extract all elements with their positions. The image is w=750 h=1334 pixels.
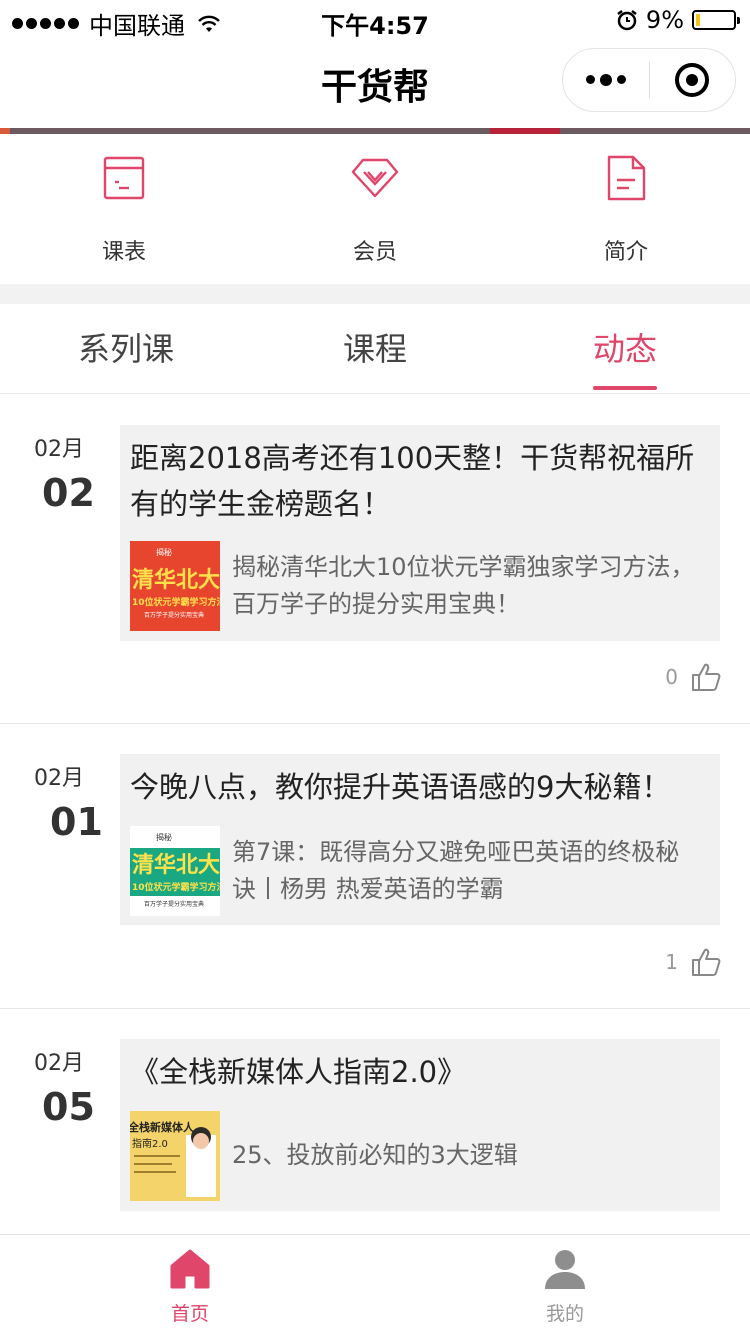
mini-program-capsule bbox=[562, 48, 736, 112]
thumb-sub-text: 10位状元学霸学习方法 bbox=[132, 596, 220, 608]
thumbs-up-icon bbox=[692, 663, 721, 691]
close-button[interactable] bbox=[650, 63, 736, 97]
post-day: 01 bbox=[50, 800, 103, 844]
tabbar-label: 首页 bbox=[170, 1303, 209, 1325]
post-description: 第7课：既得高分又避免哑巴英语的终极秘诀丨杨男 热爱英语的学霸 bbox=[232, 838, 680, 903]
post-description: 25、投放前必知的3大逻辑 bbox=[232, 1141, 518, 1169]
section-divider bbox=[0, 284, 750, 304]
post-day: 02 bbox=[42, 471, 95, 515]
thumb-main-text: 清华北大 bbox=[132, 567, 220, 593]
alarm-icon bbox=[617, 10, 637, 31]
thumbs-up-icon bbox=[692, 948, 721, 976]
post-day: 05 bbox=[42, 1085, 95, 1129]
active-tab-indicator bbox=[593, 386, 657, 390]
post-month: 02月 bbox=[34, 1051, 84, 1076]
thumb-main-text: 清华北大 bbox=[132, 852, 220, 878]
thumb-foot-text: 百万学子提分实用宝典 bbox=[144, 611, 204, 619]
tabbar-mine[interactable]: 我的 bbox=[465, 1235, 665, 1334]
home-icon bbox=[170, 1249, 210, 1289]
document-icon bbox=[607, 155, 646, 201]
quick-item-label: 课表 bbox=[101, 240, 146, 265]
battery-icon bbox=[692, 10, 740, 30]
feed-item: 02月 05 《全栈新媒体人指南2.0》 全栈新媒体人 指南2.0 25、投放前… bbox=[0, 1009, 750, 1234]
thumb-tag: 揭秘 bbox=[156, 832, 172, 842]
like-count: 0 bbox=[665, 665, 678, 689]
post-month: 02月 bbox=[34, 766, 84, 791]
nav-bar: 干货帮 bbox=[0, 40, 750, 128]
post-title: 距离2018高考还有100天整！干货帮祝福所有的学生金榜题名！ bbox=[130, 441, 695, 521]
close-target-icon bbox=[675, 63, 710, 97]
tabbar-label: 我的 bbox=[545, 1303, 584, 1325]
more-button[interactable] bbox=[563, 73, 649, 86]
feed-item: 02月 01 今晚八点，教你提升英语语感的9大秘籍！ 揭秘 清华北大 10位状元… bbox=[0, 724, 750, 1009]
post-thumbnail: 揭秘 清华北大 10位状元学霸学习方法 百万学子提分实用宝典 bbox=[130, 826, 220, 916]
content-tabs: 系列课 课程 动态 bbox=[0, 304, 750, 394]
like-button[interactable]: 1 bbox=[665, 946, 722, 978]
post-card[interactable]: 今晚八点，教你提升英语语感的9大秘籍！ 揭秘 清华北大 10位状元学霸学习方法 … bbox=[120, 754, 720, 925]
post-thumbnail: 全栈新媒体人 指南2.0 bbox=[130, 1111, 220, 1201]
battery-percent: 9% bbox=[645, 6, 684, 34]
post-card[interactable]: 《全栈新媒体人指南2.0》 全栈新媒体人 指南2.0 25、投放前必知的3大逻辑 bbox=[120, 1039, 720, 1211]
quick-item-schedule[interactable]: 课表 bbox=[44, 134, 204, 284]
tab-updates[interactable]: 动态 bbox=[525, 324, 725, 370]
thumb-sub-text: 指南2.0 bbox=[132, 1137, 168, 1150]
bottom-tab-bar: 首页 我的 bbox=[0, 1234, 750, 1334]
thumb-foot-text: 百万学子提分实用宝典 bbox=[144, 900, 204, 908]
quick-menu: 课表 会员 简介 bbox=[0, 134, 750, 284]
schedule-icon bbox=[103, 156, 145, 200]
quick-item-intro[interactable]: 简介 bbox=[546, 134, 706, 284]
quick-item-vip[interactable]: 会员 bbox=[295, 134, 455, 284]
post-thumbnail: 揭秘 清华北大 10位状元学霸学习方法 百万学子提分实用宝典 bbox=[130, 541, 220, 631]
post-title: 今晚八点，教你提升英语语感的9大秘籍！ bbox=[130, 770, 671, 804]
tabbar-home[interactable]: 首页 bbox=[90, 1235, 290, 1334]
user-icon bbox=[545, 1250, 585, 1289]
thumb-tag: 揭秘 bbox=[156, 547, 172, 557]
quick-item-label: 会员 bbox=[352, 240, 397, 265]
like-count: 1 bbox=[665, 950, 678, 974]
thumb-sub-text: 10位状元学霸学习方法 bbox=[132, 881, 220, 893]
feed-item: 02月 02 距离2018高考还有100天整！干货帮祝福所有的学生金榜题名！ 揭… bbox=[0, 395, 750, 724]
quick-item-label: 简介 bbox=[603, 240, 648, 265]
post-month: 02月 bbox=[34, 437, 84, 462]
post-card[interactable]: 距离2018高考还有100天整！干货帮祝福所有的学生金榜题名！ 揭秘 清华北大 … bbox=[120, 425, 720, 641]
like-button[interactable]: 0 bbox=[665, 661, 722, 693]
tab-series[interactable]: 系列课 bbox=[26, 324, 226, 370]
tab-courses[interactable]: 课程 bbox=[275, 324, 475, 370]
thumb-main-text: 全栈新媒体人 bbox=[130, 1120, 195, 1134]
post-description: 揭秘清华北大10位状元学霸独家学习方法，百万学子的提分实用宝典！ bbox=[232, 553, 695, 618]
vip-diamond-icon bbox=[351, 158, 399, 198]
status-bar: 中国联通 下午4:57 9% bbox=[0, 0, 750, 40]
status-right: 9% bbox=[616, 6, 740, 34]
post-title: 《全栈新媒体人指南2.0》 bbox=[130, 1055, 467, 1089]
